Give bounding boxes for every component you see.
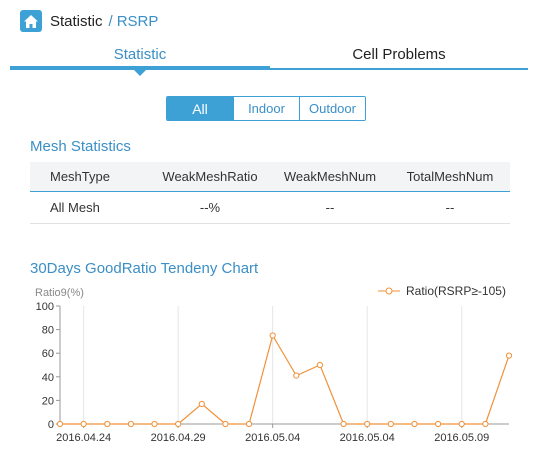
home-icon <box>24 14 38 28</box>
y-tick-label: 20 <box>42 395 54 407</box>
data-point <box>387 420 394 428</box>
breadcrumb: Statistic / RSRP <box>20 10 158 32</box>
y-tick-label: 40 <box>42 372 54 384</box>
legend-label: Ratio(RSRP≥-105) <box>406 284 506 298</box>
table-header: MeshType WeakMeshRatio WeakMeshNum Total… <box>30 162 510 192</box>
breadcrumb-current: RSRP <box>116 12 159 30</box>
column-header-totalmeshnum: TotalMeshNum <box>406 169 494 184</box>
y-tick-label: 80 <box>42 325 54 337</box>
data-point <box>458 420 465 428</box>
x-tick-label: 2016.04.29 <box>151 432 206 444</box>
cell-totalmeshnum: -- <box>445 200 455 215</box>
data-point <box>364 420 371 428</box>
y-axis-label: Ratio9(%) <box>35 287 84 299</box>
data-point <box>127 420 134 428</box>
filter-indoor-button[interactable]: Indoor <box>233 97 299 120</box>
data-point <box>80 420 87 428</box>
series-line <box>60 333 510 425</box>
main-tabs: Statistic Cell Problems <box>10 40 528 76</box>
mesh-statistics-table: MeshType WeakMeshRatio WeakMeshNum Total… <box>30 162 510 224</box>
x-tick-label: 2016.05.04 <box>245 432 300 444</box>
filter-outdoor-button[interactable]: Outdoor <box>299 97 365 120</box>
data-point <box>104 420 111 428</box>
data-point <box>340 420 347 428</box>
data-point <box>222 420 229 428</box>
mesh-statistics-title: Mesh Statistics <box>30 138 131 155</box>
data-point <box>175 420 182 428</box>
y-tick-label: 100 <box>36 301 54 313</box>
tab-caret-icon <box>134 70 146 76</box>
legend-marker <box>385 287 393 295</box>
column-header-weakmeshratio: WeakMeshRatio <box>162 169 258 184</box>
x-tick-label: 2016.05.09 <box>434 432 489 444</box>
data-point <box>56 420 64 428</box>
cell-weakmeshnum: -- <box>325 200 335 215</box>
data-point <box>198 400 205 408</box>
tab-cell-problems[interactable]: Cell Problems <box>270 40 528 68</box>
chart-section-title: 30Days GoodRatio Tendeny Chart <box>30 260 259 277</box>
data-point <box>245 420 253 428</box>
goodratio-trend-chart: Ratio9(%) Ratio(RSRP≥-105) 0 20 40 60 80 100 201… <box>35 284 513 444</box>
data-point <box>293 372 300 379</box>
column-header-meshtype: MeshType <box>50 169 110 184</box>
data-point <box>269 332 276 339</box>
column-header-weakmeshnum: WeakMeshNum <box>283 169 377 184</box>
y-tick-label: 0 <box>48 419 54 431</box>
breadcrumb-title[interactable]: Statistic <box>50 13 103 30</box>
y-tick-label: 60 <box>42 348 54 360</box>
x-tick-label: 2016.05.04 <box>340 432 395 444</box>
filter-all-button[interactable]: All <box>167 97 233 120</box>
table-row: All Mesh --% -- -- <box>30 192 510 224</box>
data-point <box>316 361 324 369</box>
cell-weakmeshratio: --% <box>199 200 221 215</box>
data-point <box>505 352 513 359</box>
data-point <box>435 420 442 428</box>
home-button[interactable] <box>20 10 42 32</box>
data-point <box>411 420 418 428</box>
tab-statistic[interactable]: Statistic <box>10 40 270 68</box>
data-point <box>482 420 489 428</box>
breadcrumb-separator: / <box>108 12 113 30</box>
cell-meshtype: All Mesh <box>50 200 100 215</box>
x-tick-label: 2016.04.24 <box>56 432 111 444</box>
location-filter: All Indoor Outdoor <box>166 96 366 121</box>
data-point <box>151 420 158 428</box>
